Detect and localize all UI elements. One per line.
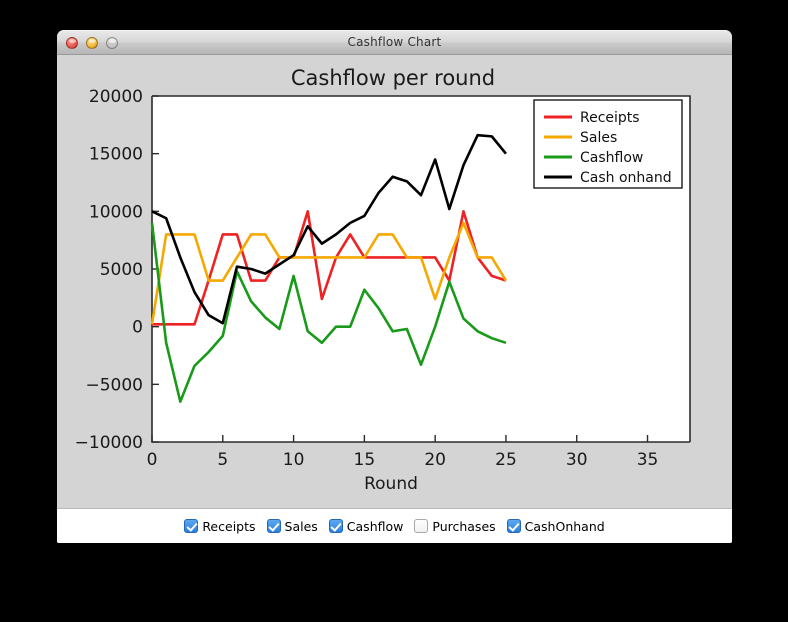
window-controls [66,36,118,49]
checkbox-input-sales[interactable] [266,519,281,533]
x-tick-label-10: 10 [283,450,305,470]
chart-canvas-area: −10000 −5000 0 5000 10000 15000 20000 0 5 10 15 20 2… [57,55,732,508]
y-tick-label--5000: −5000 [85,375,143,395]
x-tick-label-35: 35 [637,450,659,470]
legend-label-sales: Sales [580,130,617,146]
y-tick-label-15000: 15000 [89,145,143,165]
checkbox-cashonhand[interactable]: CashOnhand [506,518,605,534]
x-tick-label-0: 0 [147,450,158,470]
y-tick-label-20000: 20000 [89,87,143,107]
checkbox-sales[interactable]: Sales [266,518,318,534]
window-title: Cashflow Chart [347,35,442,49]
x-tick-label-20: 20 [424,450,446,470]
x-tick-label-25: 25 [495,450,517,470]
application-window: Cashflow Chart −10000 −5000 0 5000 10000 1500… [57,30,732,543]
y-tick-label--10000: −10000 [75,433,143,453]
x-tick-label-5: 5 [217,450,228,470]
checkbox-input-receipts[interactable] [184,519,199,533]
legend-label-receipts: Receipts [580,110,640,126]
series-toggle-bar: Receipts Sales Cashflow Purchases CashOnhand [57,508,732,543]
cashflow-line-chart: −10000 −5000 0 5000 10000 15000 20000 0 5 10 15 20 2… [70,62,720,503]
desktop-background: Cashflow Chart −10000 −5000 0 5000 10000 1500… [0,0,788,622]
plot-group: −10000 −5000 0 5000 10000 15000 20000 0 5 10 15 20 2… [75,66,691,494]
minimize-button[interactable] [86,36,98,49]
zoom-button[interactable] [106,36,118,49]
legend-label-cashflow: Cashflow [580,150,643,166]
x-axis-title: Round [364,474,418,494]
y-tick-label-0: 0 [132,318,143,338]
checkbox-label-receipts: Receipts [202,518,256,534]
matplotlib-figure: −10000 −5000 0 5000 10000 15000 20000 0 5 10 15 20 2… [70,62,720,503]
chart-title: Cashflow per round [291,66,495,90]
checkbox-label-cashonhand: CashOnhand [524,518,605,534]
window-titlebar[interactable]: Cashflow Chart [57,30,732,55]
x-tick-label-15: 15 [354,450,376,470]
close-button[interactable] [66,36,78,49]
x-tick-label-30: 30 [566,450,588,470]
y-tick-label-10000: 10000 [89,202,143,222]
legend-label-cash-onhand: Cash onhand [580,170,672,186]
checkbox-label-sales: Sales [284,518,318,534]
checkbox-cashflow[interactable]: Cashflow [328,518,404,534]
checkbox-input-purchases[interactable] [414,519,429,533]
checkbox-purchases[interactable]: Purchases [414,518,496,534]
checkbox-label-purchases: Purchases [432,518,496,534]
checkbox-input-cashonhand[interactable] [506,519,521,533]
checkbox-input-cashflow[interactable] [328,519,343,533]
y-tick-label-5000: 5000 [100,260,143,280]
checkbox-label-cashflow: Cashflow [346,518,404,534]
checkbox-receipts[interactable]: Receipts [184,518,256,534]
